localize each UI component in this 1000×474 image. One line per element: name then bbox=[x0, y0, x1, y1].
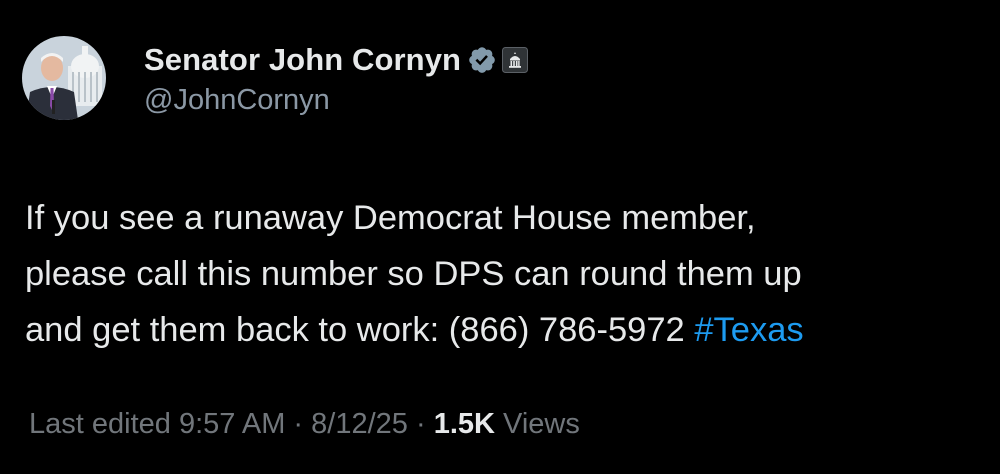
tweet-meta: Last edited 9:57 AM · 8/12/25 · 1.5K Vie… bbox=[29, 408, 580, 441]
views-label: Views bbox=[494, 408, 580, 440]
edited-label[interactable]: Last edited bbox=[29, 408, 171, 440]
timestamp-date[interactable]: 8/12/25 bbox=[311, 408, 408, 440]
hashtag-link[interactable]: #Texas bbox=[694, 311, 803, 349]
avatar[interactable] bbox=[22, 36, 106, 120]
avatar-image bbox=[22, 36, 106, 120]
tweet-text-line: If you see a runaway Democrat House memb… bbox=[25, 199, 756, 237]
author-info: Senator John Cornyn @JohnCornyn bbox=[144, 40, 529, 117]
verified-badge-icon[interactable] bbox=[467, 45, 497, 75]
tweet-text-line: please call this number so DPS can round… bbox=[25, 255, 802, 293]
tweet-text-segment: and get them back to work: (866) 786-597… bbox=[25, 311, 695, 349]
author-handle[interactable]: @JohnCornyn bbox=[144, 84, 528, 117]
meta-separator: · bbox=[285, 408, 312, 440]
tweet-card: Senator John Cornyn @JohnCornyn If you s… bbox=[0, 0, 1000, 474]
author-name-row: Senator John Cornyn bbox=[144, 40, 529, 80]
timestamp-time[interactable]: 9:57 AM bbox=[179, 408, 285, 440]
tweet-text-line: and get them back to work: (866) 786-597… bbox=[25, 302, 975, 358]
government-building-icon[interactable] bbox=[502, 46, 529, 73]
author-display-name[interactable]: Senator John Cornyn bbox=[144, 42, 461, 78]
meta-separator: · bbox=[407, 408, 434, 440]
tweet-header: Senator John Cornyn @JohnCornyn bbox=[22, 24, 529, 132]
tweet-text: If you see a runaway Democrat House memb… bbox=[25, 190, 975, 358]
views-count[interactable]: 1.5K bbox=[434, 408, 495, 440]
